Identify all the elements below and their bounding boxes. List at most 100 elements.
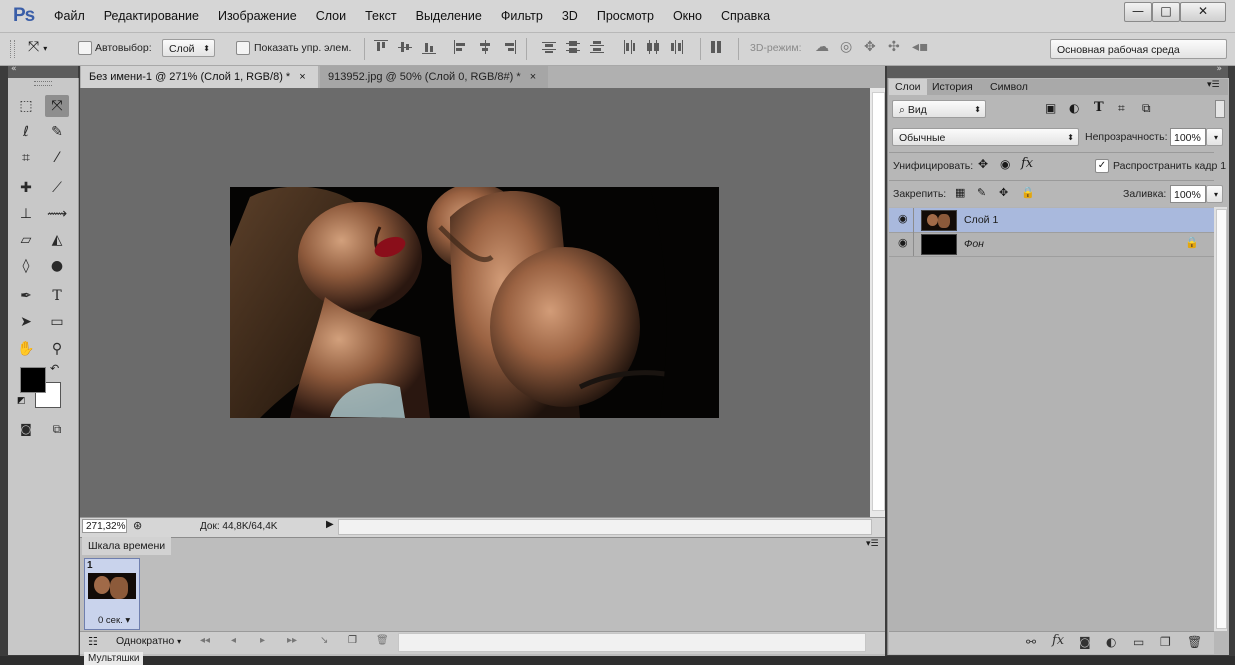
layer-row[interactable]: ◉ Слой 1	[889, 208, 1214, 233]
timeline-scrollbar[interactable]	[398, 633, 866, 652]
panel-grip[interactable]	[34, 81, 52, 86]
screen-mode-icon[interactable]: ⧉	[45, 418, 69, 440]
frame-delay[interactable]: 0 сек. ▾	[98, 615, 130, 626]
move-tool-preset-icon[interactable]: ⤧ ▾	[28, 39, 47, 55]
align-bottom-icon[interactable]	[422, 40, 436, 54]
3d-pan-icon[interactable]: ✥	[864, 39, 876, 55]
align-right-icon[interactable]	[502, 40, 516, 54]
clone-stamp-tool-icon[interactable]: ⊥	[14, 203, 38, 225]
show-transform-checkbox[interactable]	[236, 41, 250, 55]
brush-tool-icon[interactable]: ⟋	[45, 177, 69, 199]
close-window-button[interactable]: ✕	[1180, 2, 1226, 22]
new-group-icon[interactable]: ▭	[1133, 635, 1144, 649]
auto-align-icon[interactable]	[710, 40, 724, 54]
unify-visibility-icon[interactable]: ◉	[1000, 157, 1010, 171]
filter-shape-icon[interactable]: ⌗	[1118, 101, 1125, 116]
blur-tool-icon[interactable]: ◊	[14, 255, 38, 277]
close-tab-icon[interactable]: ×	[530, 71, 536, 83]
pen-tool-icon[interactable]: ✒	[14, 285, 38, 307]
zoom-level-field[interactable]: 271,32%	[82, 519, 127, 533]
menu-help[interactable]: Справка	[721, 9, 770, 23]
zoom-tool-icon[interactable]: ⚲	[45, 338, 69, 360]
healing-brush-tool-icon[interactable]: ✚	[14, 177, 38, 199]
share-icon[interactable]: ⊛	[133, 519, 142, 532]
workspace-switcher[interactable]: Основная рабочая среда	[1050, 39, 1227, 59]
menu-image[interactable]: Изображение	[218, 9, 297, 23]
eraser-tool-icon[interactable]: ▱	[14, 229, 38, 251]
autoselect-checkbox[interactable]	[78, 41, 92, 55]
collapse-icon[interactable]: «	[11, 64, 17, 74]
3d-roll-icon[interactable]: ◎	[840, 39, 852, 55]
blend-mode-dropdown[interactable]: Обычные ⬍	[892, 128, 1079, 146]
swap-colors-icon[interactable]: ↶	[50, 362, 59, 375]
filter-pixel-icon[interactable]: ▣	[1045, 101, 1056, 115]
align-left-icon[interactable]	[454, 40, 468, 54]
duplicate-frame-icon[interactable]: ❐	[348, 635, 357, 646]
layer-filter-dropdown[interactable]: ⌕ Вид ⬍	[892, 100, 986, 118]
menu-filter[interactable]: Фильтр	[501, 9, 543, 23]
propagate-frame-checkbox[interactable]: ✓	[1095, 159, 1109, 173]
menu-view[interactable]: Просмотр	[597, 9, 654, 23]
align-hcenter-icon[interactable]	[478, 40, 492, 54]
tab-history[interactable]: История	[926, 79, 979, 95]
filter-type-icon[interactable]: T	[1094, 100, 1104, 115]
close-tab-icon[interactable]: ×	[299, 71, 305, 83]
adjustment-layer-icon[interactable]: ◐	[1106, 635, 1116, 649]
link-layers-icon[interactable]: ⚯	[1026, 635, 1036, 649]
quick-mask-icon[interactable]: ◙	[14, 418, 38, 440]
timeline-tab[interactable]: Шкала времени	[82, 537, 172, 555]
eye-icon[interactable]: ◉	[898, 212, 908, 225]
foreground-color-swatch[interactable]	[20, 367, 46, 393]
fill-input[interactable]: 100%	[1170, 185, 1206, 203]
distribute-hcenter-icon[interactable]	[646, 40, 660, 54]
distribute-right-icon[interactable]	[670, 40, 684, 54]
lock-pixels-icon[interactable]: ✎	[977, 186, 986, 199]
3d-slide-icon[interactable]: ✣	[888, 39, 900, 55]
add-mask-icon[interactable]: ◙	[1079, 635, 1091, 649]
expand-icon[interactable]: »	[1216, 64, 1222, 74]
marquee-tool-icon[interactable]: ⬚	[14, 95, 38, 117]
lock-position-icon[interactable]: ✥	[999, 186, 1008, 199]
3d-orbit-icon[interactable]: ☁	[815, 39, 829, 55]
animation-frame[interactable]: 1 0 сек. ▾	[84, 558, 140, 630]
paint-bucket-tool-icon[interactable]: ◭	[45, 229, 69, 251]
menu-edit[interactable]: Редактирование	[104, 9, 199, 23]
distribute-vcenter-icon[interactable]	[566, 40, 580, 54]
first-frame-icon[interactable]: ◂◂	[200, 635, 210, 646]
default-colors-icon[interactable]: ◩	[17, 396, 26, 406]
lock-transparent-icon[interactable]: ▦	[955, 186, 965, 199]
crop-tool-icon[interactable]: ⌗	[14, 147, 38, 169]
status-menu-arrow-icon[interactable]: ▶	[326, 519, 334, 530]
tab-layers[interactable]: Слои	[889, 79, 927, 95]
tab-document-913952[interactable]: 913952.jpg @ 50% (Слой 0, RGB/8#) * ×	[320, 66, 548, 88]
panel-menu-icon[interactable]: ▾☰	[866, 539, 879, 549]
type-tool-icon[interactable]: T	[45, 285, 69, 307]
align-top-icon[interactable]	[374, 40, 388, 54]
autoselect-dropdown[interactable]: Слой ⬍	[162, 39, 215, 57]
path-select-tool-icon[interactable]: ➤	[14, 311, 38, 333]
lasso-tool-icon[interactable]: ℓ	[14, 121, 38, 143]
rectangle-tool-icon[interactable]: ▭	[45, 311, 69, 333]
tab-document-untitled[interactable]: Без имени-1 @ 271% (Слой 1, RGB/8) * ×	[81, 66, 318, 88]
delete-layer-icon[interactable]: 🗑	[1187, 635, 1202, 649]
minimize-button[interactable]: —	[1124, 2, 1152, 22]
filter-toggle-switch[interactable]	[1215, 100, 1225, 118]
opacity-input[interactable]: 100%	[1170, 128, 1206, 146]
maximize-button[interactable]: □	[1152, 2, 1180, 22]
history-brush-tool-icon[interactable]: ⟿	[45, 203, 69, 225]
panel-menu-icon[interactable]: ▾☰	[1207, 80, 1220, 90]
layer-row[interactable]: ◉ Фон 🔒	[889, 232, 1214, 257]
tab-character[interactable]: Символ	[984, 79, 1034, 95]
menu-type[interactable]: Текст	[365, 9, 396, 23]
layers-scroll-thumb[interactable]	[1216, 209, 1227, 629]
filter-adjustment-icon[interactable]: ◐	[1069, 101, 1079, 115]
tween-icon[interactable]: ↘	[320, 635, 328, 646]
delete-frame-icon[interactable]: 🗑	[376, 635, 389, 646]
loop-options-dropdown[interactable]: Однократно ▾	[112, 633, 190, 650]
unify-position-icon[interactable]: ✥	[978, 157, 988, 171]
document-image[interactable]	[230, 187, 719, 418]
distribute-left-icon[interactable]	[622, 40, 636, 54]
menu-3d[interactable]: 3D	[562, 9, 578, 23]
lock-all-icon[interactable]: 🔒	[1021, 186, 1035, 199]
unify-style-icon[interactable]: fx	[1021, 156, 1033, 171]
